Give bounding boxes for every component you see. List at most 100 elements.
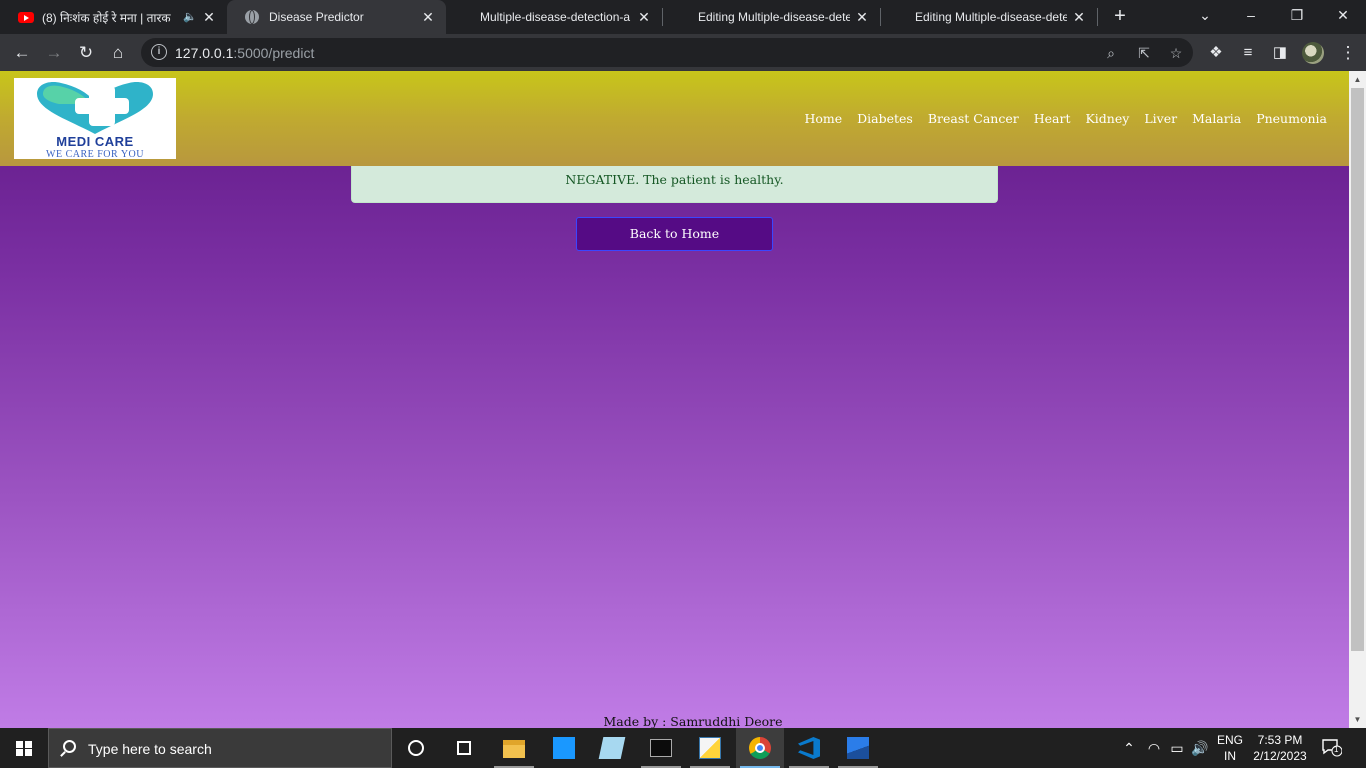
tab-title: Editing Multiple-disease-dete — [915, 10, 1067, 24]
clock-time: 7:53 PM — [1257, 733, 1303, 747]
tab-separator — [662, 8, 663, 26]
clock-date: 2/12/2023 — [1253, 749, 1307, 763]
language-indicator[interactable]: ENG IN — [1212, 732, 1248, 764]
main-nav: Home Diabetes Breast Cancer Heart Kidney… — [804, 111, 1327, 126]
extensions-puzzle-icon[interactable]: ❖ — [1203, 40, 1229, 66]
profile-avatar[interactable] — [1302, 42, 1324, 64]
taskbar-vscode[interactable] — [785, 728, 833, 768]
media-queue-icon[interactable]: ≡ — [1235, 40, 1261, 66]
home-icon[interactable]: ⌂ — [105, 40, 131, 66]
chrome-center-icon — [755, 743, 765, 753]
nav-diabetes[interactable]: Diabetes — [857, 111, 913, 126]
scroll-thumb[interactable] — [1351, 88, 1364, 651]
globe-icon — [245, 10, 259, 24]
photos-icon — [847, 737, 869, 759]
site-header: MEDI CARE WE CARE FOR YOU Home Diabetes … — [0, 71, 1349, 166]
wifi-icon[interactable]: ◠ — [1145, 739, 1163, 757]
close-window-icon[interactable]: ✕ — [1320, 0, 1366, 30]
nav-breast-cancer[interactable]: Breast Cancer — [928, 111, 1019, 126]
scroll-down-icon[interactable]: ▼ — [1349, 711, 1366, 728]
new-tab-icon[interactable]: + — [1108, 5, 1132, 29]
nav-kidney[interactable]: Kidney — [1085, 111, 1129, 126]
tab-editing-2[interactable]: Editing Multiple-disease-dete ✕ — [897, 0, 1097, 34]
taskbar-clock[interactable]: 7:53 PM 2/12/2023 — [1244, 732, 1316, 764]
nav-pneumonia[interactable]: Pneumonia — [1256, 111, 1327, 126]
tab-github-repo[interactable]: Multiple-disease-detection-a ✕ — [462, 0, 662, 34]
tab-youtube[interactable]: (8) निःशंक होई रे मना | तारक 🔈 ✕ — [0, 0, 227, 34]
vscode-icon — [798, 737, 820, 759]
tab-title: (8) निःशंक होई रे मना | तारक — [42, 10, 171, 25]
cortana-button[interactable] — [392, 728, 440, 768]
back-arrow-icon[interactable]: ← — [9, 40, 35, 66]
taskbar-python[interactable] — [686, 728, 734, 768]
taskbar-chrome[interactable] — [736, 728, 784, 768]
youtube-icon — [18, 11, 34, 23]
taskbar-photos[interactable] — [834, 728, 882, 768]
menu-kebab-icon[interactable]: ⋮ — [1335, 40, 1361, 66]
close-icon[interactable]: ✕ — [636, 9, 652, 25]
zoom-icon[interactable]: ⌕ — [1101, 43, 1121, 63]
taskbar-file-explorer[interactable] — [490, 728, 538, 768]
search-placeholder: Type here to search — [88, 741, 212, 757]
lang-region: IN — [1224, 749, 1236, 763]
nav-heart[interactable]: Heart — [1034, 111, 1071, 126]
terminal-icon — [650, 739, 672, 757]
reload-icon[interactable]: ↻ — [73, 40, 99, 66]
close-icon[interactable]: ✕ — [201, 9, 217, 25]
battery-icon[interactable]: ▭ — [1168, 739, 1186, 757]
nav-liver[interactable]: Liver — [1144, 111, 1177, 126]
windows-taskbar: Type here to search ⌃ ◠ ▭ 🔊 ENG IN 7:53 … — [0, 728, 1366, 768]
url-host: 127.0.0.1 — [175, 45, 234, 61]
tab-editing-1[interactable]: Editing Multiple-disease-dete ✕ — [680, 0, 880, 34]
share-icon[interactable]: ⇱ — [1134, 43, 1154, 63]
tab-title: Multiple-disease-detection-a — [480, 10, 631, 24]
tab-title: Editing Multiple-disease-dete — [698, 10, 850, 24]
close-icon[interactable]: ✕ — [420, 9, 436, 25]
tab-search-chevron-icon[interactable]: ⌄ — [1182, 0, 1228, 30]
taskbar-terminal[interactable] — [637, 728, 685, 768]
taskbar-prime-video[interactable] — [540, 728, 588, 768]
notification-count: 1 — [1334, 745, 1339, 754]
scroll-up-icon[interactable]: ▲ — [1349, 71, 1366, 88]
page-viewport: MEDI CARE WE CARE FOR YOU Home Diabetes … — [0, 71, 1349, 728]
url-text[interactable]: 127.0.0.1:5000/predict — [175, 45, 314, 61]
notification-center-icon[interactable]: 1 — [1322, 739, 1343, 757]
tab-title: Disease Predictor — [269, 10, 364, 24]
site-info-icon[interactable]: i — [151, 44, 167, 60]
volume-icon[interactable]: 🔊 — [1191, 739, 1209, 757]
bookmark-star-icon[interactable]: ☆ — [1166, 43, 1186, 63]
logo-tagline: WE CARE FOR YOU — [46, 149, 144, 159]
task-view-icon — [457, 741, 471, 755]
taskbar-search[interactable]: Type here to search — [48, 728, 392, 768]
close-icon[interactable]: ✕ — [854, 9, 870, 25]
taskbar-notepad[interactable] — [588, 728, 636, 768]
search-icon — [63, 740, 76, 753]
task-view-button[interactable] — [440, 728, 488, 768]
nav-malaria[interactable]: Malaria — [1192, 111, 1241, 126]
start-button[interactable] — [0, 728, 48, 768]
back-to-home-button[interactable]: Back to Home — [576, 217, 773, 251]
notepad-icon — [598, 737, 626, 759]
site-logo[interactable]: MEDI CARE WE CARE FOR YOU — [14, 78, 176, 159]
page-scrollbar[interactable]: ▲ ▼ — [1349, 71, 1366, 728]
heart-cross-logo-icon — [37, 82, 153, 134]
address-bar[interactable]: i 127.0.0.1:5000/predict ⌕ ⇱ ☆ — [141, 38, 1193, 67]
tab-separator — [1097, 8, 1098, 26]
minimize-icon[interactable]: – — [1228, 0, 1274, 30]
close-icon[interactable]: ✕ — [1071, 9, 1087, 25]
side-panel-icon[interactable]: ◨ — [1267, 40, 1293, 66]
restore-icon[interactable]: ❐ — [1274, 0, 1320, 30]
python-file-icon — [699, 737, 721, 759]
speaker-icon[interactable]: 🔈 — [183, 10, 197, 23]
footer-credit: Made by : Samruddhi Deore — [603, 714, 783, 728]
forward-arrow-icon[interactable]: → — [41, 40, 67, 66]
folder-icon — [503, 740, 525, 758]
result-alert: NEGATIVE. The patient is healthy. — [351, 166, 998, 203]
nav-home[interactable]: Home — [804, 111, 842, 126]
windows-logo-icon — [16, 741, 32, 756]
browser-toolbar: ← → ↻ ⌂ i 127.0.0.1:5000/predict ⌕ ⇱ ☆ ❖… — [0, 34, 1366, 71]
tab-disease-predictor[interactable]: Disease Predictor ✕ — [227, 0, 446, 34]
tray-chevron-up-icon[interactable]: ⌃ — [1120, 739, 1138, 757]
url-path: :5000/predict — [233, 45, 315, 61]
cortana-circle-icon — [408, 740, 424, 756]
